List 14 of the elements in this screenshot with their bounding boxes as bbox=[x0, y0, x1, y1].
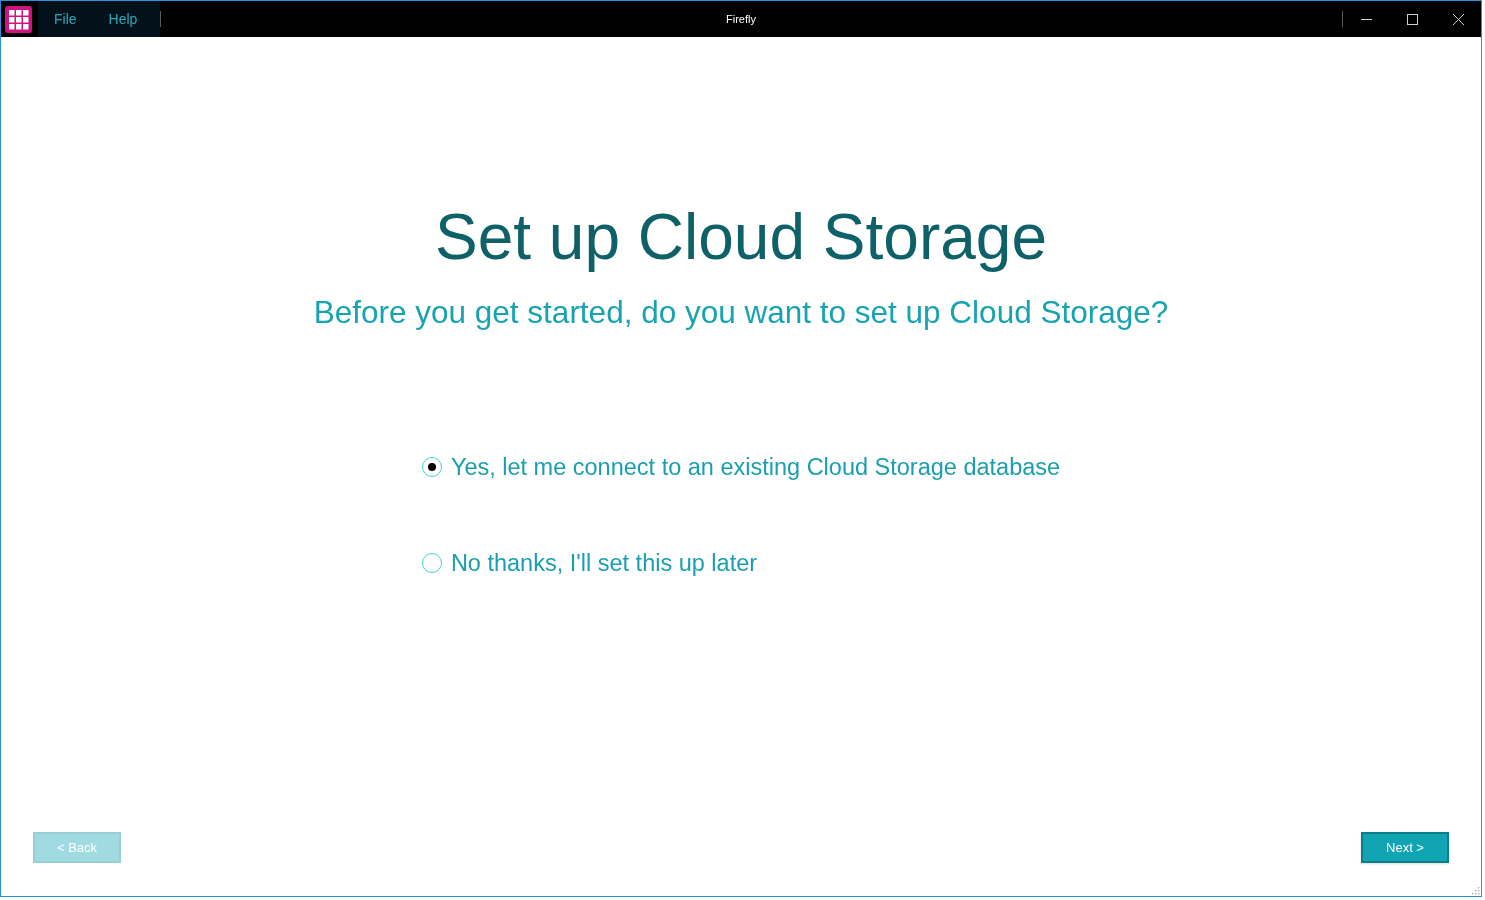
close-icon bbox=[1452, 13, 1464, 25]
radio-label[interactable]: No thanks, I'll set this up later bbox=[450, 549, 758, 577]
radio-label[interactable]: Yes, let me connect to an existing Cloud Storage database bbox=[450, 453, 1061, 481]
resize-grip-icon[interactable] bbox=[1470, 885, 1480, 895]
page-heading: Set up Cloud Storage bbox=[435, 200, 1047, 274]
menu-item[interactable]: Help bbox=[102, 7, 144, 31]
next-button[interactable]: Next > bbox=[1361, 832, 1449, 863]
window-title: Firefly bbox=[726, 13, 756, 25]
menu-item[interactable]: File bbox=[48, 7, 83, 31]
page-subheading: Before you get started, do you want to set up Cloud Storage? bbox=[313, 293, 1169, 332]
maximize-icon bbox=[1406, 13, 1418, 25]
grid-icon bbox=[5, 5, 32, 33]
radio-button[interactable] bbox=[421, 457, 442, 477]
radio-button[interactable] bbox=[421, 553, 442, 573]
